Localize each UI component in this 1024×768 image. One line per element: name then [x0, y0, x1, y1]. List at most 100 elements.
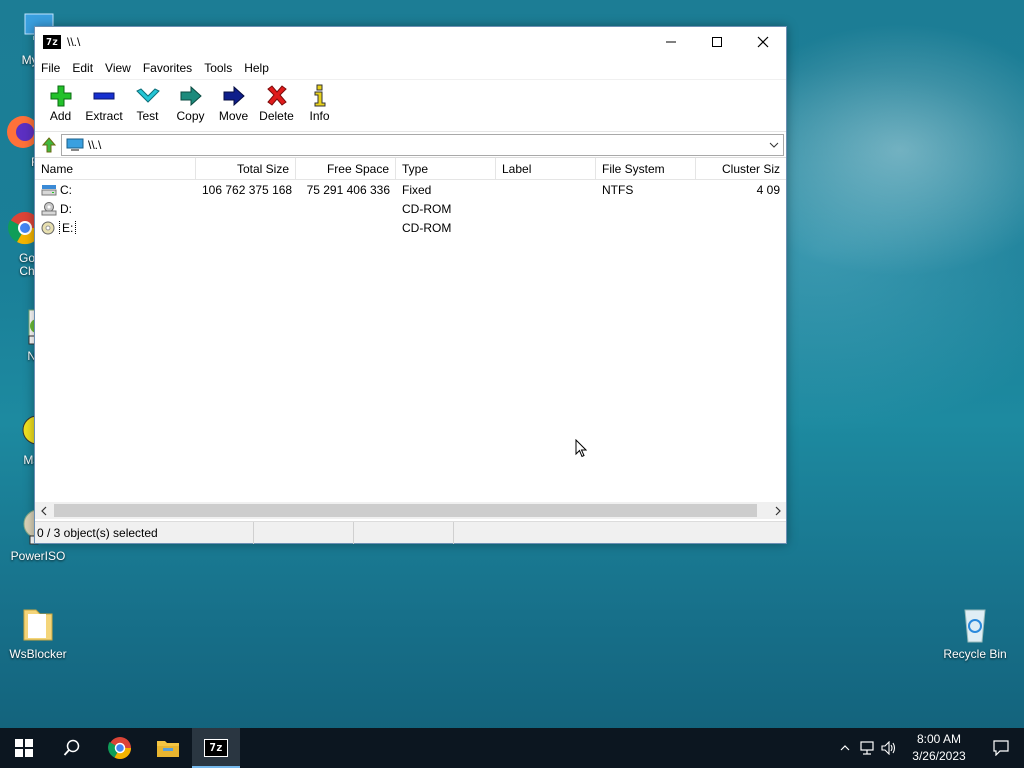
selection-status: 0 / 3 object(s) selected: [35, 522, 254, 544]
computer-icon: [66, 138, 84, 151]
status-panel-4: [454, 522, 786, 544]
menu-file[interactable]: File: [35, 57, 66, 79]
clock-date: 3/26/2023: [912, 749, 966, 763]
taskbar-file-explorer[interactable]: [144, 728, 192, 768]
status-panel-2: [254, 522, 354, 544]
chevron-down-icon: [769, 142, 779, 148]
test-button[interactable]: Test: [126, 80, 169, 130]
7zip-file-manager-window[interactable]: 7z \\.\ File Edit View Favorites Tools H…: [34, 26, 787, 544]
column-header-cluster-size[interactable]: Cluster Siz: [696, 158, 786, 179]
column-header-name[interactable]: Name: [35, 158, 196, 179]
window-title: \\.\: [67, 35, 81, 49]
menu-bar: File Edit View Favorites Tools Help: [35, 57, 786, 79]
move-button[interactable]: Move: [212, 80, 255, 130]
column-header-file-system[interactable]: File System: [596, 158, 696, 179]
maximize-button[interactable]: [694, 27, 740, 57]
delete-label: Delete: [259, 109, 294, 123]
plus-icon: [50, 85, 71, 107]
scroll-left-button[interactable]: [35, 502, 52, 519]
taskbar: 7z 8:00 AM 3/26/2023: [0, 728, 1024, 768]
taskbar-chrome[interactable]: [96, 728, 144, 768]
desktop-icon-label: PowerISO: [10, 549, 66, 563]
action-center-button[interactable]: [978, 728, 1024, 768]
drive-type: Fixed: [402, 182, 432, 197]
test-label: Test: [136, 109, 159, 123]
show-hidden-icons-button[interactable]: [834, 728, 856, 768]
menu-help[interactable]: Help: [238, 57, 275, 79]
drive-name: E:: [58, 220, 77, 235]
list-header: Name Total Size Free Space Type Label Fi…: [35, 158, 786, 180]
info-label: Info: [309, 109, 330, 123]
taskbar-7zip[interactable]: 7z: [192, 728, 240, 768]
table-row[interactable]: E: CD-ROM: [35, 218, 786, 237]
recycle-bin-icon: [955, 604, 995, 644]
add-button[interactable]: Add: [39, 80, 82, 130]
address-dropdown-button[interactable]: [765, 135, 783, 155]
delete-button[interactable]: Delete: [255, 80, 298, 130]
extract-button[interactable]: Extract: [82, 80, 126, 130]
status-bar: 0 / 3 object(s) selected: [35, 521, 786, 544]
title-bar[interactable]: 7z \\.\: [35, 27, 786, 57]
menu-edit[interactable]: Edit: [66, 57, 99, 79]
volume-button[interactable]: [878, 728, 900, 768]
start-button[interactable]: [0, 728, 48, 768]
desktop-icon-wsblocker[interactable]: WsBlocker: [1, 604, 75, 661]
windows-logo-icon: [15, 739, 33, 757]
network-button[interactable]: [856, 728, 878, 768]
desktop-icon-label: WsBlocker: [9, 647, 67, 661]
clock-time: 8:00 AM: [916, 732, 962, 746]
chevron-left-icon: [40, 506, 46, 515]
up-arrow-icon: [41, 136, 57, 152]
clock[interactable]: 8:00 AM 3/26/2023: [900, 731, 978, 765]
menu-view[interactable]: View: [99, 57, 137, 79]
close-icon: [757, 36, 769, 48]
chevron-up-icon: [840, 745, 850, 751]
copy-button[interactable]: Copy: [169, 80, 212, 130]
address-combo[interactable]: \\.\: [61, 133, 784, 156]
address-bar: \\.\: [35, 131, 786, 157]
minimize-button[interactable]: [648, 27, 694, 57]
info-icon: [314, 84, 325, 107]
network-icon: [860, 741, 874, 755]
up-folder-button[interactable]: [37, 134, 61, 156]
hard-drive-icon: [41, 184, 57, 195]
desktop-icon-recycle-bin[interactable]: Recycle Bin: [938, 604, 1012, 661]
table-row[interactable]: D: CD-ROM: [35, 199, 786, 218]
menu-tools[interactable]: Tools: [198, 57, 238, 79]
cluster-size: 4 09: [756, 182, 780, 197]
notification-icon: [993, 740, 1009, 756]
column-header-type[interactable]: Type: [396, 158, 496, 179]
copy-arrow-icon: [180, 85, 202, 107]
horizontal-scrollbar[interactable]: [35, 502, 786, 519]
chrome-icon: [108, 737, 131, 759]
move-arrow-icon: [223, 85, 245, 107]
chevron-right-icon: [775, 506, 781, 515]
search-button[interactable]: [48, 728, 96, 768]
table-row[interactable]: C: 106 762 375 168 75 291 406 336 Fixed …: [35, 180, 786, 199]
add-label: Add: [49, 109, 72, 123]
7zip-app-icon: 7z: [204, 739, 228, 757]
free-space: 75 291 406 336: [306, 182, 390, 197]
delete-x-icon: [266, 85, 287, 106]
address-path: \\.\: [88, 137, 102, 152]
toolbar: Add Extract Test Copy Move Delete Info: [35, 79, 786, 131]
scroll-right-button[interactable]: [769, 502, 786, 519]
system-tray: 8:00 AM 3/26/2023: [834, 728, 1024, 768]
file-system: NTFS: [602, 182, 634, 197]
scrollbar-thumb[interactable]: [54, 504, 757, 517]
copy-label: Copy: [176, 109, 205, 123]
minus-icon: [93, 92, 115, 100]
7zip-app-icon: 7z: [43, 35, 61, 49]
column-header-label[interactable]: Label: [496, 158, 596, 179]
drive-list[interactable]: Name Total Size Free Space Type Label Fi…: [35, 157, 786, 504]
total-size: 106 762 375 168: [202, 182, 293, 197]
drive-name: C:: [60, 182, 72, 197]
minimize-icon: [666, 41, 676, 43]
column-header-total-size[interactable]: Total Size: [196, 158, 296, 179]
close-button[interactable]: [740, 27, 786, 57]
cd-rom-icon: [41, 221, 55, 234]
desktop-icon-label: Go Ch: [18, 251, 35, 278]
info-button[interactable]: Info: [298, 80, 341, 130]
column-header-free-space[interactable]: Free Space: [296, 158, 396, 179]
menu-favorites[interactable]: Favorites: [137, 57, 198, 79]
